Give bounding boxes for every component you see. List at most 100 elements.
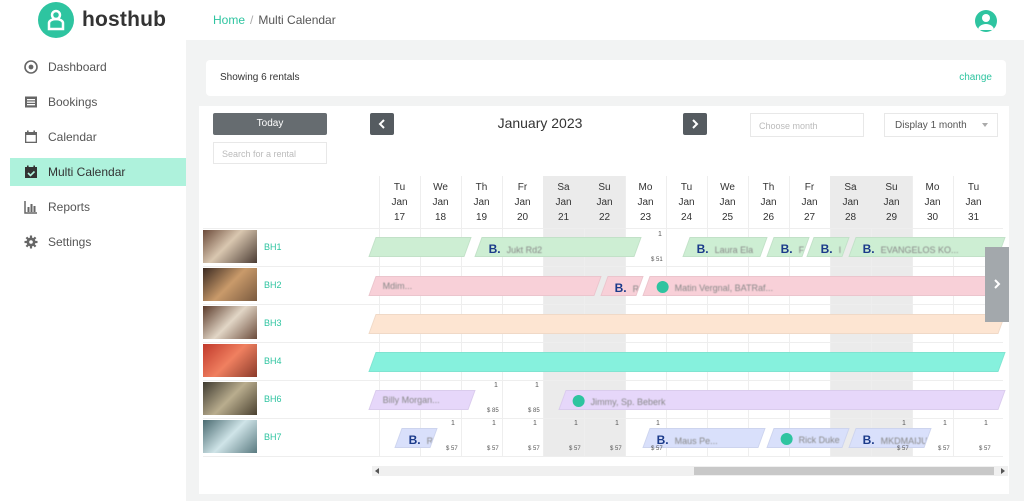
today-button[interactable]: Today	[213, 113, 327, 135]
day-header: Sa Jan 21	[543, 176, 584, 228]
user-avatar-icon[interactable]	[975, 10, 997, 32]
scrollbar-thumb[interactable]	[694, 467, 994, 475]
booking-source-icon: B.	[780, 242, 793, 256]
day-header-dow: Th	[762, 182, 775, 193]
row-divider	[203, 304, 1003, 305]
rental-name-link[interactable]: BH2	[264, 280, 282, 290]
booking-bar[interactable]: B. Jukt Rd2	[474, 237, 642, 257]
guest-name: Mdim...	[382, 281, 413, 291]
booking-bar[interactable]: Jimmy, Sp. Beberk	[558, 390, 1006, 410]
day-header-dow: Su	[598, 182, 611, 193]
rental-search-input[interactable]: Search for a rental	[213, 142, 327, 164]
chevron-right-icon	[692, 119, 699, 129]
day-header: Mo Jan 30	[912, 176, 953, 228]
scroll-right-button[interactable]	[985, 247, 1009, 322]
booking-bar[interactable]: B. MKDMAIJU	[848, 428, 932, 448]
row-divider	[203, 456, 1003, 457]
booking-bar[interactable]	[368, 352, 1006, 372]
rental-name-link[interactable]: BH4	[264, 356, 282, 366]
booking-bar[interactable]	[368, 314, 1006, 334]
rental-name-link[interactable]: BH7	[264, 432, 282, 442]
rental-name-link[interactable]: BH3	[264, 318, 282, 328]
day-header-dow: We	[720, 182, 735, 193]
day-header: Tu Jan 31	[953, 176, 994, 228]
booking-bar[interactable]: Matin Vergnal, BATRaf...	[642, 276, 1006, 296]
change-rentals-link[interactable]: change	[959, 72, 992, 83]
rentals-count-text: Showing 6 rentals	[220, 72, 300, 83]
day-header-day: 22	[598, 212, 611, 223]
booking-bar[interactable]: B. Laura Ela	[682, 237, 768, 257]
day-header-dow: Sa	[844, 182, 857, 193]
rental-thumbnail	[203, 420, 257, 453]
sidebar-item-label: Multi Calendar	[48, 165, 126, 179]
booking-bar[interactable]: B. R	[600, 276, 644, 296]
nightly-price: $ 57	[569, 446, 581, 452]
sidebar-item-settings[interactable]: Settings	[10, 228, 186, 256]
choose-month-input[interactable]: Choose month	[750, 113, 864, 137]
booking-bar[interactable]: Rick Duke	[766, 428, 850, 448]
booking-bar[interactable]: B. F	[766, 237, 810, 257]
availability-count: 1	[658, 231, 662, 238]
day-header-dow: Tu	[967, 182, 980, 193]
sidebar-item-multi-calendar[interactable]: Multi Calendar	[10, 158, 186, 186]
previous-month-button[interactable]	[370, 113, 394, 135]
day-header-mon: Jan	[678, 197, 695, 208]
day-header-day: 23	[639, 212, 652, 223]
rental-name-link[interactable]: BH6	[264, 394, 282, 404]
rental-name-link[interactable]: BH1	[264, 242, 282, 252]
list-icon	[25, 96, 37, 108]
booking-bar[interactable]: B. I	[806, 237, 850, 257]
row-divider	[203, 380, 1003, 381]
booking-bar[interactable]: Billy Morgan...	[368, 390, 476, 410]
horizontal-scrollbar[interactable]	[372, 466, 1008, 476]
availability-count: 1	[451, 420, 455, 427]
sidebar-item-label: Bookings	[48, 95, 98, 109]
day-header-mon: Jan	[514, 197, 531, 208]
scroll-left-arrow-icon[interactable]	[375, 468, 379, 474]
rental-thumbnail	[203, 382, 257, 415]
current-month-title: January 2023	[497, 115, 583, 131]
booking-source-icon: B.	[820, 242, 833, 256]
nightly-price: $ 57	[610, 446, 622, 452]
day-header: Tu Jan 24	[666, 176, 707, 228]
day-header-day: 24	[680, 212, 693, 223]
booking-source-icon: B.	[488, 242, 501, 256]
availability-count: 1	[943, 420, 947, 427]
sidebar-item-reports[interactable]: Reports	[10, 193, 186, 221]
day-header-day: 27	[803, 212, 816, 223]
availability-count: 1	[984, 420, 988, 427]
day-header-dow: Sa	[557, 182, 570, 193]
row-divider	[203, 266, 1003, 267]
booking-bar[interactable]: B. Maus Pe...	[642, 428, 766, 448]
day-header-mon: Jan	[842, 197, 859, 208]
brand-name: hosthub	[82, 8, 167, 31]
rentals-summary-bar: Showing 6 rentals change	[206, 60, 1006, 96]
booking-bar[interactable]: B. EVANGELOS KO...	[848, 237, 1006, 257]
nightly-price: $ 57	[897, 446, 909, 452]
day-header-day: 20	[516, 212, 529, 223]
nightly-price: $ 85	[487, 408, 499, 414]
next-month-button[interactable]	[683, 113, 707, 135]
sidebar-item-calendar[interactable]: Calendar	[10, 123, 186, 151]
hosthub-logo-icon[interactable]	[38, 2, 74, 38]
day-header-mon: Jan	[719, 197, 736, 208]
day-header-dow: Th	[475, 182, 488, 193]
guest-name: EVANGELOS KO...	[880, 245, 959, 255]
sidebar-item-bookings[interactable]: Bookings	[10, 88, 186, 116]
day-header-day: 19	[475, 212, 488, 223]
booking-bar[interactable]	[368, 237, 472, 257]
nightly-price: $ 57	[487, 446, 499, 452]
breadcrumb-home-link[interactable]: Home	[213, 13, 245, 27]
day-header-dow: We	[433, 182, 448, 193]
day-header-mon: Jan	[473, 197, 490, 208]
booking-source-icon: B.	[696, 242, 709, 256]
guest-name: Matin Vergnal, BATRaf...	[674, 283, 774, 293]
sidebar-item-dashboard[interactable]: Dashboard	[10, 53, 186, 81]
rental-thumbnail	[203, 344, 257, 377]
nightly-price: $ 57	[651, 446, 663, 452]
day-header-mon: Jan	[801, 197, 818, 208]
booking-bar[interactable]: Mdim...	[368, 276, 602, 296]
scroll-right-arrow-icon[interactable]	[1001, 468, 1005, 474]
booking-bar[interactable]: B. R	[394, 428, 438, 448]
display-period-select[interactable]: Display 1 month	[884, 113, 998, 137]
